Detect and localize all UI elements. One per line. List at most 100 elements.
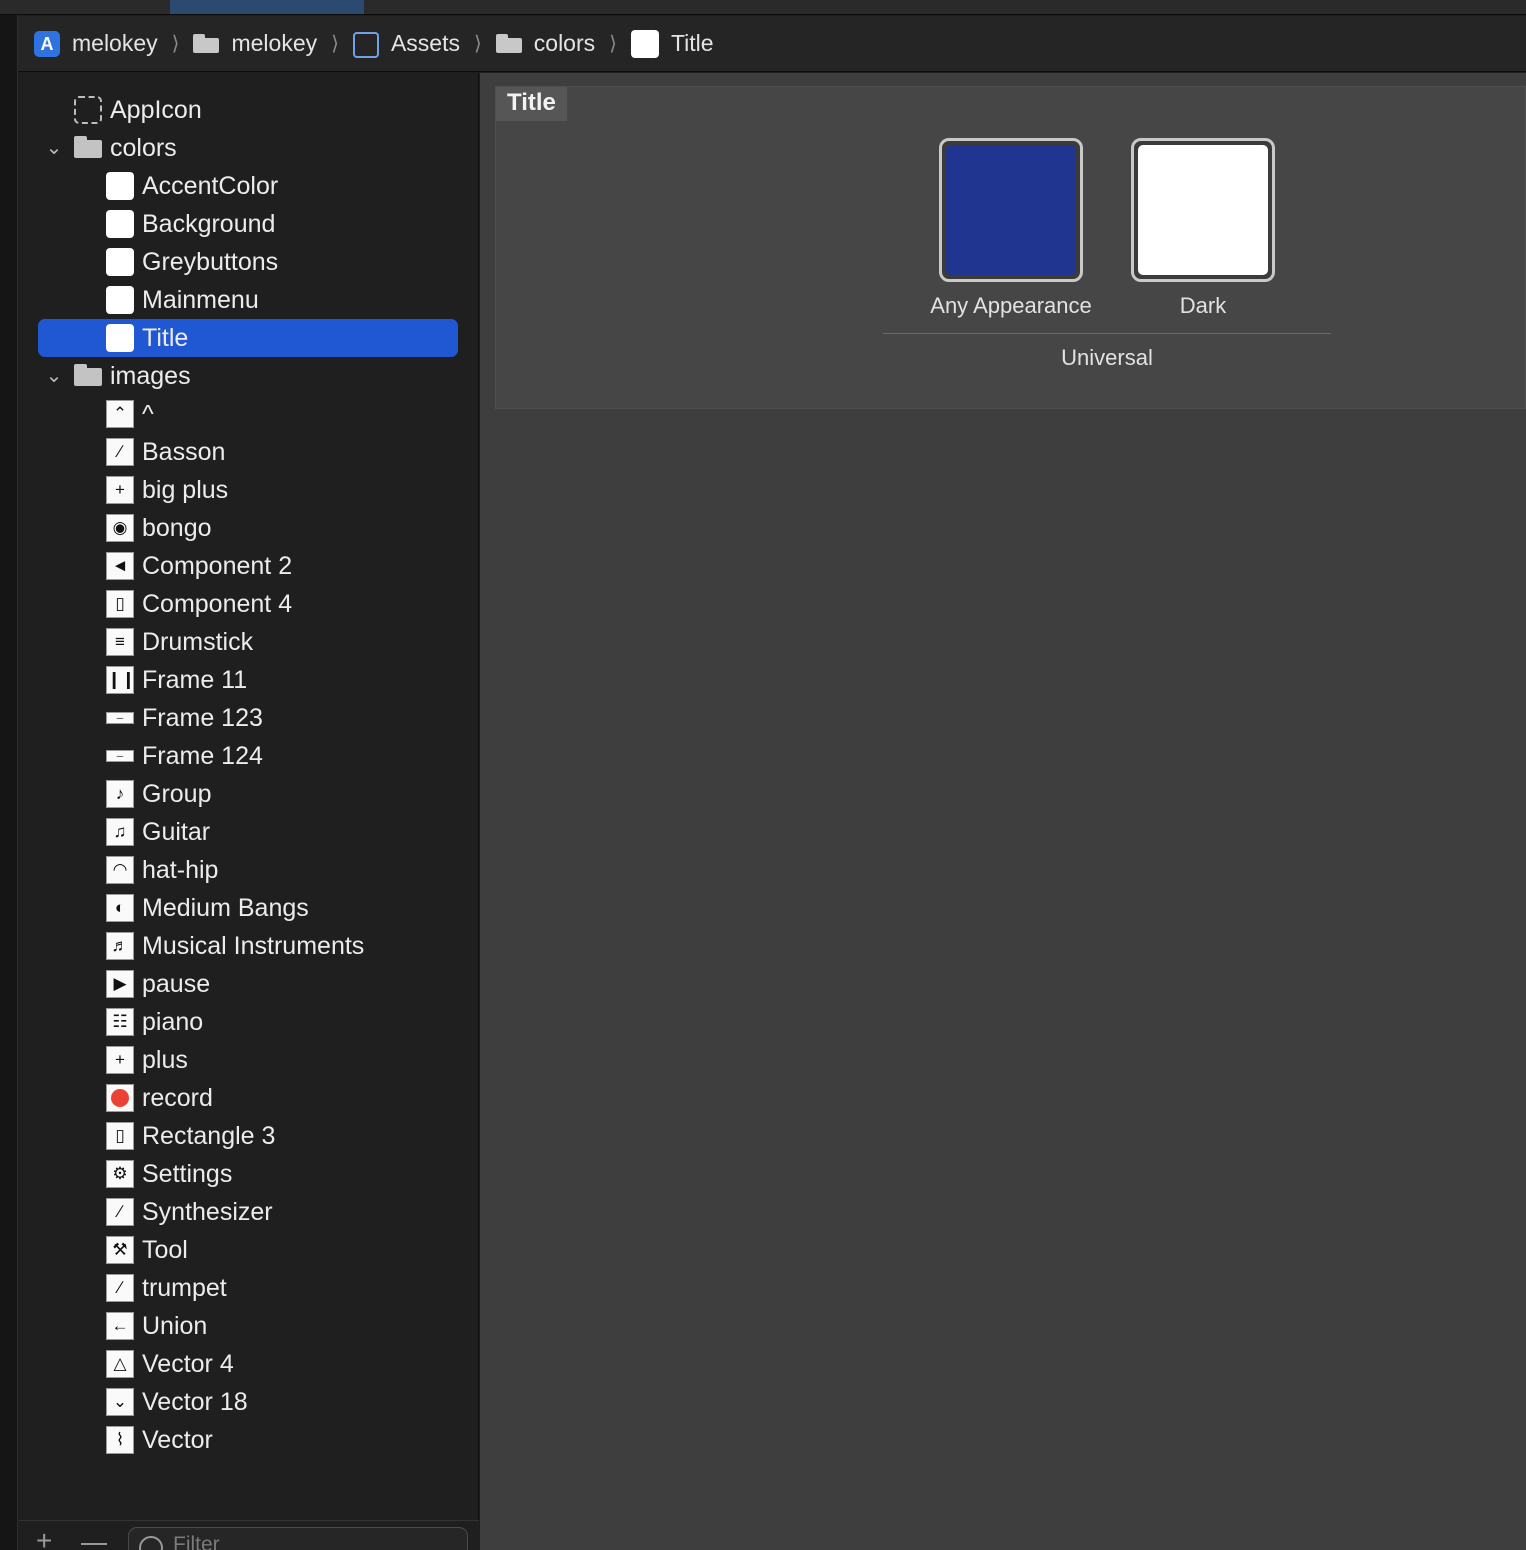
sidebar-item-label: Frame 123 <box>142 704 263 732</box>
icon-glyph: ◐ <box>114 898 126 917</box>
sidebar-item-image[interactable]: ← Union <box>19 1307 479 1345</box>
wrench-icon: ⚒ <box>106 1236 134 1264</box>
sidebar-folder-images[interactable]: ⌄ images <box>19 357 479 395</box>
color-swatch-icon <box>106 210 134 238</box>
sidebar-item-image[interactable]: ⌃ ^ <box>19 395 479 433</box>
sidebar-item-image[interactable]: ─ Frame 123 <box>19 699 479 737</box>
plus-icon: + <box>106 1046 134 1074</box>
breadcrumb-assets[interactable]: Assets ⟩ <box>352 16 496 72</box>
icon-glyph: ☷ <box>112 1012 128 1031</box>
sidebar-item-label: Component 2 <box>142 552 293 580</box>
bassoon-icon: ∕ <box>106 438 134 466</box>
speaker-icon: ◄ <box>106 552 134 580</box>
sidebar-item-label: Union <box>142 1312 208 1340</box>
icon-glyph: ▯ <box>115 1126 125 1145</box>
color-fill <box>946 145 1076 275</box>
sidebar-item-image[interactable]: record <box>19 1079 479 1117</box>
sidebar-item-image[interactable]: ◐ Medium Bangs <box>19 889 479 927</box>
sidebar-item-color[interactable]: Greybuttons <box>19 243 479 281</box>
sidebar-item-image[interactable]: ❙❙ Frame 11 <box>19 661 479 699</box>
piano-icon: ☷ <box>106 1008 134 1036</box>
sidebar-item-image[interactable]: ◉ bongo <box>19 509 479 547</box>
plus-icon: + <box>106 476 134 504</box>
icon-glyph: ∕ <box>118 1278 122 1297</box>
sidebar-item-label: Frame 124 <box>142 742 263 770</box>
icon-glyph: ♫ <box>113 822 127 841</box>
sidebar-item-image[interactable]: ∕ Synthesizer <box>19 1193 479 1231</box>
folder-icon <box>193 31 220 57</box>
sidebar-item-label: colors <box>110 134 177 162</box>
icon-glyph: ∕ <box>118 442 122 461</box>
filter-field[interactable]: Filter <box>128 1527 468 1550</box>
tab-strip <box>0 0 1526 15</box>
sidebar-item-image[interactable]: ∕ Basson <box>19 433 479 471</box>
sidebar-item-label: hat-hip <box>142 856 219 884</box>
color-swatch-icon <box>106 324 134 352</box>
color-swatch-icon <box>106 172 134 200</box>
sidebar-item-image[interactable]: ♬ Musical Instruments <box>19 927 479 965</box>
color-well-dark[interactable] <box>1131 138 1275 282</box>
sidebar-item-image[interactable]: ☷ piano <box>19 1003 479 1041</box>
sidebar-item-image[interactable]: ◠ hat-hip <box>19 851 479 889</box>
sidebar-item-color[interactable]: Title <box>19 319 479 357</box>
breadcrumb-label: colors <box>533 30 596 56</box>
sidebar-item-label: piano <box>142 1008 204 1036</box>
window-edge <box>0 15 18 1550</box>
sidebar-folder-colors[interactable]: ⌄ colors <box>19 129 479 167</box>
sidebar-item-color[interactable]: AccentColor <box>19 167 479 205</box>
sidebar-item-label: Medium Bangs <box>142 894 309 922</box>
sidebar-item-image[interactable]: ♪ Group <box>19 775 479 813</box>
folder-icon <box>74 134 102 162</box>
breadcrumb-project[interactable]: melokey ⟩ <box>34 16 193 72</box>
active-tab[interactable] <box>170 0 364 14</box>
sidebar-item-image[interactable]: + plus <box>19 1041 479 1079</box>
sidebar-item-label: AccentColor <box>142 172 279 200</box>
sidebar-item-image[interactable]: ⌄ Vector 18 <box>19 1383 479 1421</box>
icon-glyph: ⚒ <box>112 1240 128 1259</box>
breadcrumb-title[interactable]: Title <box>630 16 714 72</box>
folder-icon <box>74 362 102 390</box>
instruments-icon: ♬ <box>106 932 134 960</box>
sidebar-item-image[interactable]: ◄ Component 2 <box>19 547 479 585</box>
color-fill <box>1138 145 1268 275</box>
sidebar-item-image[interactable]: ─ Frame 124 <box>19 737 479 775</box>
chevron-right-icon: ⟩ <box>331 33 339 55</box>
hat-icon: ◠ <box>106 856 134 884</box>
sidebar-item-label: big plus <box>142 476 229 504</box>
sidebar-item-image[interactable]: ▶ pause <box>19 965 479 1003</box>
icon-glyph: ⌃ <box>112 404 128 423</box>
sidebar-item-image[interactable]: △ Vector 4 <box>19 1345 479 1383</box>
add-icon[interactable]: + <box>36 1527 52 1550</box>
sidebar-item-image[interactable]: ♫ Guitar <box>19 813 479 851</box>
sidebar-item-image[interactable]: ⚙ Settings <box>19 1155 479 1193</box>
sidebar-item-appicon[interactable]: AppIcon <box>19 91 479 129</box>
sidebar-item-image[interactable]: ▯ Rectangle 3 <box>19 1117 479 1155</box>
record-icon <box>106 1084 134 1112</box>
sidebar-item-label: plus <box>142 1046 188 1074</box>
sidebar-item-color[interactable]: Mainmenu <box>19 281 479 319</box>
icon-glyph: + <box>115 1050 125 1069</box>
sidebar-item-image[interactable]: ≡ Drumstick <box>19 623 479 661</box>
drum-icon: ≡ <box>106 628 134 656</box>
sidebar-item-image[interactable]: + big plus <box>19 471 479 509</box>
bar-icon: ─ <box>106 750 134 762</box>
breadcrumb-colors[interactable]: colors ⟩ <box>495 16 631 72</box>
icon-glyph: ◉ <box>112 518 128 537</box>
sidebar-item-image[interactable]: ⚒ Tool <box>19 1231 479 1269</box>
sidebar-item-label: record <box>142 1084 213 1112</box>
sidebar-item-color[interactable]: Background <box>19 205 479 243</box>
chevron-down-icon[interactable]: ⌄ <box>43 357 65 395</box>
remove-icon[interactable] <box>81 1543 107 1545</box>
asset-navigator: AppIcon ⌄ colors AccentColor Background Gr… <box>19 73 479 1550</box>
color-well-any-appearance[interactable] <box>939 138 1083 282</box>
icon-glyph: ▯ <box>115 594 125 613</box>
breadcrumb-group[interactable]: melokey ⟩ <box>193 16 352 72</box>
icon-glyph: ▶ <box>113 974 127 993</box>
sidebar-item-image[interactable]: ∕ trumpet <box>19 1269 479 1307</box>
bar-icon: ─ <box>106 712 134 724</box>
sidebar-item-label: Guitar <box>142 818 211 846</box>
chevron-down-icon[interactable]: ⌄ <box>43 129 65 167</box>
sidebar-item-image[interactable]: ▯ Component 4 <box>19 585 479 623</box>
sidebar-item-label: Title <box>142 324 189 352</box>
sidebar-item-image[interactable]: ⌇ Vector <box>19 1421 479 1459</box>
